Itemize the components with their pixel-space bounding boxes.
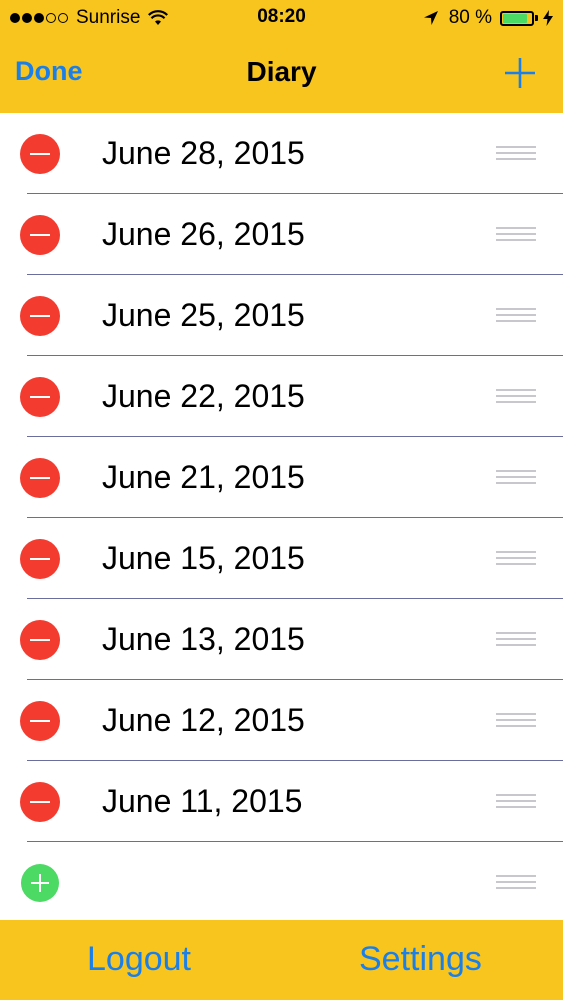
entry-row[interactable]: June 25, 2015 [0, 275, 563, 356]
delete-entry-button[interactable] [20, 620, 60, 660]
reorder-handle-icon[interactable] [496, 875, 536, 891]
status-right: 80 % [423, 6, 553, 30]
entry-row[interactable]: June 12, 2015 [0, 680, 563, 761]
entry-row[interactable]: June 26, 2015 [0, 194, 563, 275]
entry-date: June 25, 2015 [102, 297, 305, 333]
entry-date: June 26, 2015 [102, 216, 305, 252]
navigation-bar: Done Diary [0, 36, 563, 113]
entry-date: June 15, 2015 [102, 540, 305, 576]
delete-entry-button[interactable] [20, 296, 60, 336]
bottom-toolbar: Logout Settings [0, 920, 563, 1000]
entry-date: June 13, 2015 [102, 621, 305, 657]
charging-bolt-icon [543, 10, 553, 26]
top-bar: Sunrise 08:20 80 % Done Diary [0, 0, 563, 113]
logout-button[interactable]: Logout [87, 940, 191, 979]
reorder-handle-icon[interactable] [496, 389, 536, 405]
delete-entry-button[interactable] [20, 782, 60, 822]
reorder-handle-icon[interactable] [496, 470, 536, 486]
reorder-handle-icon[interactable] [496, 308, 536, 324]
status-bar: Sunrise 08:20 80 % [0, 0, 563, 36]
reorder-handle-icon[interactable] [496, 632, 536, 648]
reorder-handle-icon[interactable] [496, 146, 536, 162]
entry-row[interactable]: June 11, 2015 [0, 761, 563, 842]
reorder-handle-icon[interactable] [496, 551, 536, 567]
entry-date: June 11, 2015 [102, 783, 303, 819]
entry-row[interactable]: June 22, 2015 [0, 356, 563, 437]
delete-entry-button[interactable] [20, 539, 60, 579]
delete-entry-button[interactable] [20, 134, 60, 174]
reorder-handle-icon[interactable] [496, 713, 536, 729]
insert-entry-button[interactable] [21, 864, 59, 902]
reorder-handle-icon[interactable] [496, 227, 536, 243]
settings-button[interactable]: Settings [359, 940, 482, 979]
battery-percent: 80 % [448, 7, 492, 28]
battery-icon [500, 10, 534, 26]
entry-date: June 12, 2015 [102, 702, 305, 738]
entry-date: June 21, 2015 [102, 459, 305, 495]
add-entry-button[interactable] [503, 56, 537, 90]
insert-entry-row[interactable] [0, 842, 563, 923]
delete-entry-button[interactable] [20, 701, 60, 741]
delete-entry-button[interactable] [20, 215, 60, 255]
entry-row[interactable]: June 13, 2015 [0, 599, 563, 680]
delete-entry-button[interactable] [20, 377, 60, 417]
location-arrow-icon [423, 11, 438, 25]
entry-date: June 28, 2015 [102, 135, 305, 171]
reorder-handle-icon[interactable] [496, 794, 536, 810]
battery-cap [535, 15, 538, 21]
entry-row[interactable]: June 28, 2015 [0, 113, 563, 194]
battery-level-fill [503, 13, 527, 23]
page-title: Diary [246, 56, 317, 87]
entry-date: June 22, 2015 [102, 378, 305, 414]
entry-row[interactable]: June 21, 2015 [0, 437, 563, 518]
delete-entry-button[interactable] [20, 458, 60, 498]
diary-entry-list: June 28, 2015 June 26, 2015 June 25, 201… [0, 113, 563, 920]
entry-row[interactable]: June 15, 2015 [0, 518, 563, 599]
